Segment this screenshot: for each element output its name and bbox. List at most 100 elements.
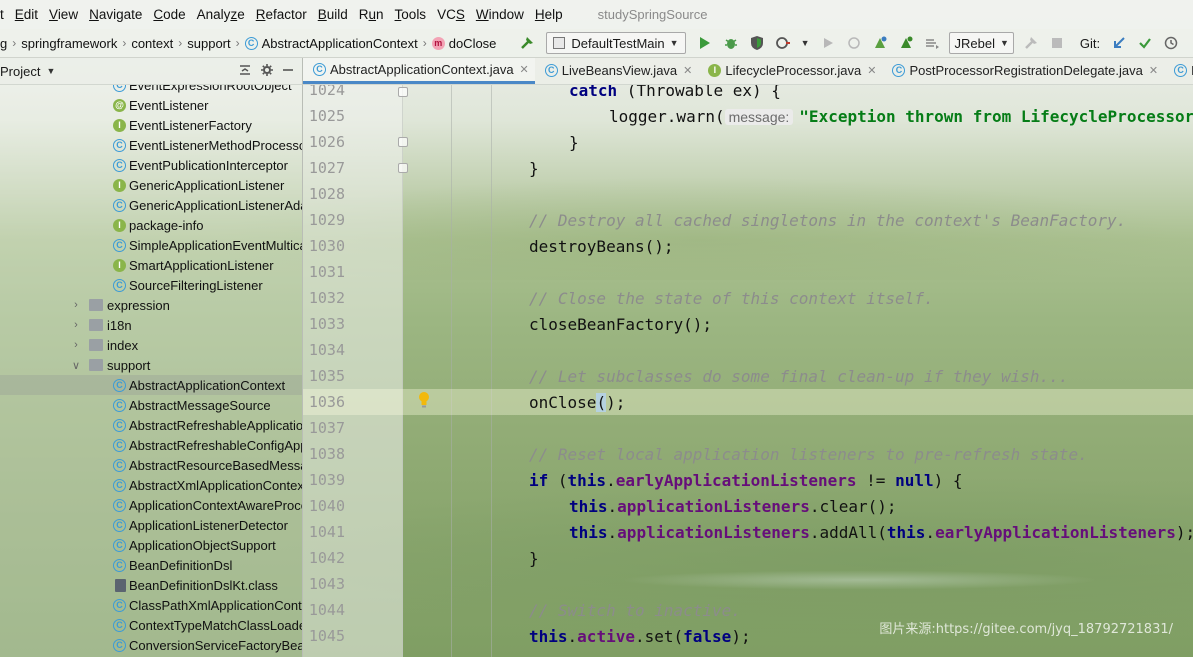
menu-navigate[interactable]: Navigate — [83, 7, 147, 22]
code-token: .clear(); — [809, 496, 897, 516]
breadcrumb-label: springframework — [21, 35, 118, 51]
run-configuration-select[interactable]: DefaultTestMain ▼ — [546, 32, 686, 54]
fold-marker-icon[interactable] — [398, 163, 408, 173]
fold-marker-icon[interactable] — [398, 87, 408, 97]
tree-item[interactable]: CGenericApplicationListenerAdapter — [0, 195, 302, 215]
menu-run[interactable]: Run — [353, 7, 389, 22]
chevron-right-icon[interactable]: › — [69, 319, 83, 331]
tree-item-label: SimpleApplicationEventMulticaster — [129, 237, 302, 253]
menu-bar: t Edit View Navigate Code Analyze Refactor Bui… — [0, 0, 1193, 29]
minimize-icon[interactable] — [282, 64, 294, 79]
breadcrumb-item[interactable]: m doClose — [431, 36, 496, 51]
breadcrumb-item[interactable]: g — [0, 36, 7, 51]
breadcrumb-item[interactable]: support — [187, 36, 230, 51]
tree-item[interactable]: CAbstractRefreshableConfigApplicationCon… — [0, 435, 302, 455]
tree-item[interactable]: C AbstractXmlApplicationContext — [0, 475, 302, 495]
menu-analyze[interactable]: Analyze — [191, 7, 250, 22]
class-icon: C — [113, 378, 126, 392]
menu-code[interactable]: Code — [147, 7, 190, 22]
package-folder-icon — [89, 299, 103, 311]
tab-2[interactable]: I LifecycleProcessor.java ✕ — [698, 58, 882, 84]
tree-item[interactable]: C EventListenerMethodProcessor — [0, 135, 302, 155]
tree-item[interactable]: CSimpleApplicationEventMulticaster — [0, 235, 302, 255]
tree-item[interactable]: CAbstractResourceBasedMessageSource — [0, 455, 302, 475]
tree-item[interactable]: I EventListenerFactory — [0, 115, 302, 135]
tree-item[interactable]: I SmartApplicationListener — [0, 255, 302, 275]
menu-vcs[interactable]: VCS — [431, 7, 470, 22]
tree-item[interactable]: C ApplicationListenerDetector — [0, 515, 302, 535]
tree-item[interactable]: Ipackage-info — [0, 215, 302, 235]
tree-item[interactable]: › index — [0, 335, 302, 355]
jrebel-sync-icon[interactable] — [921, 32, 943, 54]
tree-item[interactable]: C BeanDefinitionDsl — [0, 555, 302, 575]
breadcrumb-item[interactable]: context — [131, 36, 173, 51]
code-token: .addAll( — [809, 522, 887, 542]
menu-edit[interactable]: Edit — [9, 7, 43, 22]
debug-bug-icon[interactable] — [720, 32, 742, 54]
jrebel-run-icon[interactable] — [869, 32, 891, 54]
tree-item[interactable]: C AbstractApplicationContext — [0, 375, 302, 395]
tree-item[interactable]: @ EventListener — [0, 95, 302, 115]
chevron-right-icon[interactable]: › — [69, 299, 83, 311]
code-token: . — [925, 522, 936, 542]
tree-item[interactable]: C ConversionServiceFactoryBean — [0, 635, 302, 655]
tab-4[interactable]: CLo — [1164, 58, 1193, 84]
gear-icon[interactable] — [260, 63, 274, 80]
tree-item[interactable]: CAbstractRefreshableApplicationContext — [0, 415, 302, 435]
run-icon[interactable] — [694, 32, 716, 54]
tree-item[interactable]: BeanDefinitionDslKt.class — [0, 575, 302, 595]
jrebel-debug-icon[interactable] — [895, 32, 917, 54]
close-icon[interactable]: ✕ — [1149, 64, 1158, 77]
chevron-right-icon[interactable]: › — [69, 339, 83, 351]
tree-item[interactable]: CEventExpressionRootObject — [0, 85, 302, 95]
code-token: destroyBeans(); — [529, 236, 674, 256]
fold-marker-icon[interactable] — [398, 137, 408, 147]
code-text: onClose(); — [529, 392, 625, 412]
tree-item[interactable]: C AbstractMessageSource — [0, 395, 302, 415]
tab-3[interactable]: C PostProcessorRegistrationDelegate.java ✕ — [882, 58, 1164, 84]
tree-item[interactable]: › i18n — [0, 315, 302, 335]
chevron-down-icon[interactable]: ▼ — [46, 66, 55, 76]
profile-icon[interactable] — [772, 32, 794, 54]
menu-clipped-file[interactable]: t — [0, 7, 9, 22]
tree-item[interactable]: I GenericApplicationListener — [0, 175, 302, 195]
git-update-icon[interactable] — [1108, 32, 1130, 54]
menu-refactor[interactable]: Refactor — [250, 7, 312, 22]
close-icon[interactable]: ✕ — [520, 63, 529, 76]
chevron-down-icon[interactable]: ∨ — [69, 359, 83, 372]
tree-item[interactable]: C ApplicationObjectSupport — [0, 535, 302, 555]
jrebel-select[interactable]: JRebel ▼ — [949, 32, 1014, 54]
tree-item[interactable]: C EventPublicationInterceptor — [0, 155, 302, 175]
matched-bracket: ( — [596, 392, 607, 412]
close-icon[interactable]: ✕ — [683, 64, 692, 77]
chevron-down-icon[interactable]: ▼ — [801, 38, 810, 48]
project-panel-title[interactable]: Project — [0, 64, 40, 79]
build-hammer-icon[interactable] — [516, 32, 538, 54]
git-history-clock-icon[interactable] — [1160, 32, 1182, 54]
lightbulb-icon[interactable] — [417, 391, 431, 409]
menu-view[interactable]: View — [43, 7, 83, 22]
menu-tools[interactable]: Tools — [389, 7, 432, 22]
tree-item-label: SmartApplicationListener — [129, 257, 274, 273]
tree-item[interactable]: › expression — [0, 295, 302, 315]
menu-window[interactable]: Window — [470, 7, 529, 22]
collapse-all-icon[interactable] — [238, 63, 252, 80]
tree-item-label: ApplicationContextAwareProcessor — [129, 497, 302, 513]
close-icon[interactable]: ✕ — [867, 64, 876, 77]
line-number: 1032 — [308, 289, 345, 307]
code-line: 1043 — [303, 571, 1193, 597]
coverage-shield-icon[interactable] — [746, 32, 768, 54]
tab-0[interactable]: C AbstractApplicationContext.java ✕ — [303, 58, 535, 84]
menu-build[interactable]: Build — [312, 7, 353, 22]
menu-help[interactable]: Help — [529, 7, 568, 22]
tree-item[interactable]: C ClassPathXmlApplicationContext — [0, 595, 302, 615]
tree-item[interactable]: ∨ support — [0, 355, 302, 375]
tree-item[interactable]: C ContextTypeMatchClassLoader — [0, 615, 302, 635]
tree-item[interactable]: CApplicationContextAwareProcessor — [0, 495, 302, 515]
tab-1[interactable]: C LiveBeansView.java ✕ — [535, 58, 699, 84]
breadcrumb-item[interactable]: springframework — [21, 36, 117, 51]
tree-item[interactable]: C SourceFilteringListener — [0, 275, 302, 295]
git-commit-check-icon[interactable] — [1134, 32, 1156, 54]
breadcrumb-item[interactable]: C AbstractApplicationContext — [244, 36, 418, 51]
code-editor[interactable]: 1024 catch (Throwable ex) {1025 logger.war… — [303, 85, 1193, 657]
